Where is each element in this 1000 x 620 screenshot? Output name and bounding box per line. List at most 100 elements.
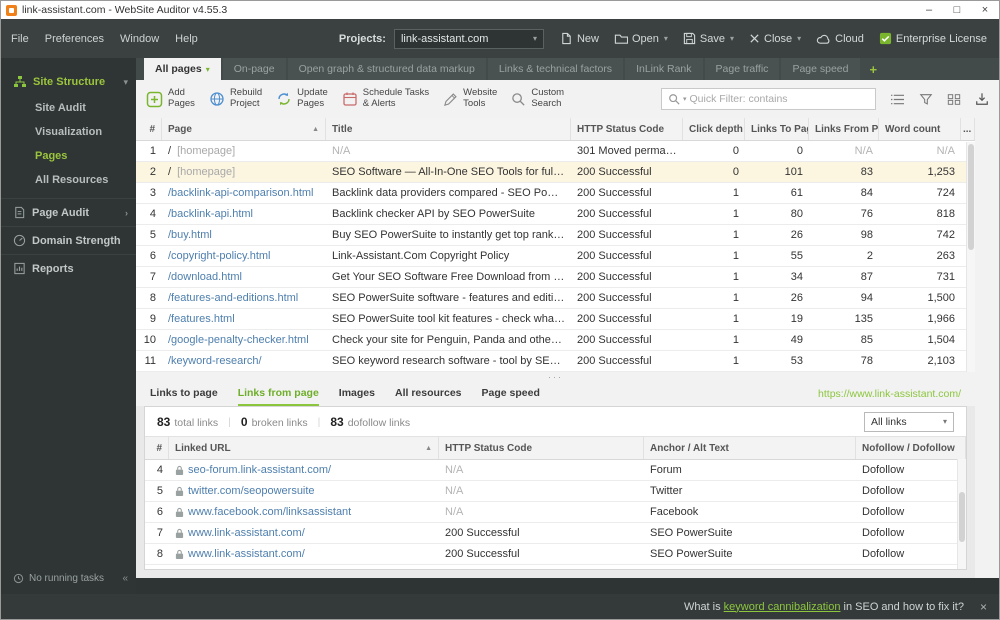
- close-project-button[interactable]: Close ▾: [749, 33, 801, 45]
- tab-all-resources[interactable]: All resources: [395, 382, 462, 406]
- column-header-number[interactable]: #: [136, 118, 162, 140]
- sidebar-item-all-resources[interactable]: All Resources: [1, 168, 136, 192]
- tab-links-to-page[interactable]: Links to page: [150, 382, 218, 406]
- column-header-nofollow[interactable]: Nofollow / Dofollow: [856, 437, 966, 459]
- collapse-sidebar-icon[interactable]: «: [122, 573, 128, 584]
- maximize-button[interactable]: □: [943, 1, 971, 19]
- notification-link[interactable]: keyword cannibalization: [724, 601, 841, 613]
- add-tab-button[interactable]: +: [862, 58, 886, 80]
- links-table-row[interactable]: 4 seo-forum.link-assistant.com/N/A Forum Do…: [145, 460, 966, 481]
- minimize-button[interactable]: –: [915, 1, 943, 19]
- filter-button[interactable]: [919, 93, 933, 106]
- sidebar-item-site-audit[interactable]: Site Audit: [1, 96, 136, 120]
- sidebar-item-reports[interactable]: Reports: [1, 255, 136, 282]
- sidebar-item-visualization[interactable]: Visualization: [1, 120, 136, 144]
- pages-table-row[interactable]: 3/backlink-api-comparison.html Backlink d…: [136, 183, 975, 204]
- links-scrollbar[interactable]: [957, 459, 966, 569]
- tab-links-from-page[interactable]: Links from page: [237, 382, 319, 406]
- column-header-page[interactable]: Page ▲: [162, 118, 326, 140]
- links-table-row[interactable]: 8 www.link-assistant.com/200 Successful SE…: [145, 544, 966, 565]
- column-header-more[interactable]: ...: [961, 118, 975, 140]
- row-number: 11: [144, 355, 156, 367]
- selected-page-url[interactable]: https://www.link-assistant.com/: [818, 388, 961, 400]
- cloud-button[interactable]: Cloud: [816, 33, 864, 45]
- pages-table-row[interactable]: 9/features.html SEO PowerSuite tool kit f…: [136, 309, 975, 330]
- links-table-row[interactable]: 5 twitter.com/seopowersuite N/A Twitter Dofo…: [145, 481, 966, 502]
- column-header-status[interactable]: HTTP Status Code: [439, 437, 644, 459]
- tab-open-graph[interactable]: Open graph & structured data markup: [287, 58, 486, 80]
- close-button[interactable]: ×: [971, 1, 999, 19]
- tab-images[interactable]: Images: [339, 382, 375, 406]
- open-project-button[interactable]: Open ▾: [614, 32, 668, 45]
- sidebar-item-page-audit[interactable]: Page Audit ›: [1, 199, 136, 226]
- pages-table-row[interactable]: 10/google-penalty-checker.html Check your…: [136, 330, 975, 351]
- pages-table-row[interactable]: 2 /[homepage] SEO Software — All-In-One SE…: [136, 162, 975, 183]
- grid-icon: [947, 93, 961, 105]
- column-header-title[interactable]: Title: [326, 118, 571, 140]
- panel-splitter[interactable]: ···: [136, 372, 975, 382]
- export-button[interactable]: [975, 92, 989, 106]
- cloud-icon: [816, 34, 830, 44]
- project-select[interactable]: link-assistant.com ▾: [393, 28, 544, 49]
- scrollbar-thumb[interactable]: [959, 492, 965, 542]
- links-table-row[interactable]: 7 www.link-assistant.com/200 Successful SE…: [145, 523, 966, 544]
- dismiss-notification-icon[interactable]: ×: [980, 600, 987, 614]
- linked-url-cell: twitter.com/seopowersuite: [169, 485, 439, 497]
- tab-all-pages[interactable]: All pages ▾: [144, 58, 221, 80]
- column-header-links-to[interactable]: Links To Page: [745, 118, 809, 140]
- links-from-cell: 78: [860, 355, 873, 367]
- tab-page-speed[interactable]: Page speed: [781, 58, 860, 80]
- website-tools-button[interactable]: Website Tools: [443, 87, 497, 110]
- rebuild-project-button[interactable]: Rebuild Project: [209, 87, 262, 110]
- menu-file[interactable]: File: [11, 33, 29, 45]
- column-header-anchor[interactable]: Anchor / Alt Text: [644, 437, 856, 459]
- column-header-linked-url[interactable]: Linked URL ▲: [169, 437, 439, 459]
- enterprise-license-button[interactable]: Enterprise License: [879, 32, 987, 45]
- page-title-cell: SEO PowerSuite software - features and e…: [332, 292, 571, 304]
- pages-table-row[interactable]: 11/keyword-research/SEO keyword research…: [136, 351, 975, 372]
- custom-search-button[interactable]: Custom Search: [511, 87, 564, 110]
- pages-table-row[interactable]: 7/download.html Get Your SEO Software Fre…: [136, 267, 975, 288]
- pages-table-row[interactable]: 4/backlink-api.html Backlink checker API …: [136, 204, 975, 225]
- column-list-button[interactable]: [890, 93, 905, 106]
- pages-scrollbar[interactable]: [966, 142, 975, 372]
- column-header-number[interactable]: #: [145, 437, 169, 459]
- sidebar-item-domain-strength[interactable]: Domain Strength: [1, 227, 136, 254]
- scrollbar-thumb[interactable]: [968, 144, 974, 250]
- close-project-icon: [750, 34, 759, 43]
- page-audit-icon: [15, 206, 25, 219]
- save-project-button[interactable]: Save ▾: [683, 32, 734, 45]
- pages-table-row[interactable]: 6/copyright-policy.html Link-Assistant.Co…: [136, 246, 975, 267]
- tab-links-technical[interactable]: Links & technical factors: [487, 58, 624, 80]
- tab-page-traffic[interactable]: Page traffic: [704, 58, 780, 80]
- status-code-cell: 200 Successful: [577, 355, 652, 367]
- list-icon: [891, 94, 904, 104]
- menu-help[interactable]: Help: [175, 33, 198, 45]
- tab-on-page[interactable]: On-page: [222, 58, 286, 80]
- quick-filter-input[interactable]: [689, 93, 869, 105]
- links-from-cell: 85: [860, 334, 873, 346]
- links-filter-select[interactable]: All links ▾: [864, 411, 954, 432]
- column-header-word-count[interactable]: Word count: [879, 118, 961, 140]
- column-header-status[interactable]: HTTP Status Code: [571, 118, 683, 140]
- menu-window[interactable]: Window: [120, 33, 159, 45]
- pages-table-row[interactable]: 8/features-and-editions.html SEO PowerSui…: [136, 288, 975, 309]
- links-table-row[interactable]: 6 www.facebook.com/linksassistant N/A Faceb…: [145, 502, 966, 523]
- column-header-links-from[interactable]: Links From Page: [809, 118, 879, 140]
- sidebar-item-pages[interactable]: Pages: [1, 144, 136, 168]
- add-pages-button[interactable]: Add Pages: [146, 87, 195, 110]
- pages-table-row[interactable]: 1 /[homepage] N/A 301 Moved permanently 0 0 N/…: [136, 141, 975, 162]
- column-header-click-depth[interactable]: Click depth: [683, 118, 745, 140]
- menu-preferences[interactable]: Preferences: [45, 33, 104, 45]
- schedule-tasks-button[interactable]: Schedule Tasks & Alerts: [342, 87, 429, 110]
- new-project-button[interactable]: New: [560, 32, 599, 45]
- layout-grid-button[interactable]: [947, 93, 961, 106]
- anchor-text-cell: SEO PowerSuite: [650, 527, 733, 539]
- sidebar-item-site-structure[interactable]: Site Structure ▾: [1, 68, 136, 96]
- pages-table: # Page ▲ Title HTTP Status Code Click de…: [136, 118, 975, 372]
- tab-page-speed-details[interactable]: Page speed: [482, 382, 540, 406]
- pages-table-row[interactable]: 5/buy.html Buy SEO PowerSuite to instantl…: [136, 225, 975, 246]
- update-pages-button[interactable]: Update Pages: [276, 87, 328, 110]
- status-code-cell: 200 Successful: [577, 250, 652, 262]
- tab-inlink-rank[interactable]: InLink Rank: [625, 58, 703, 80]
